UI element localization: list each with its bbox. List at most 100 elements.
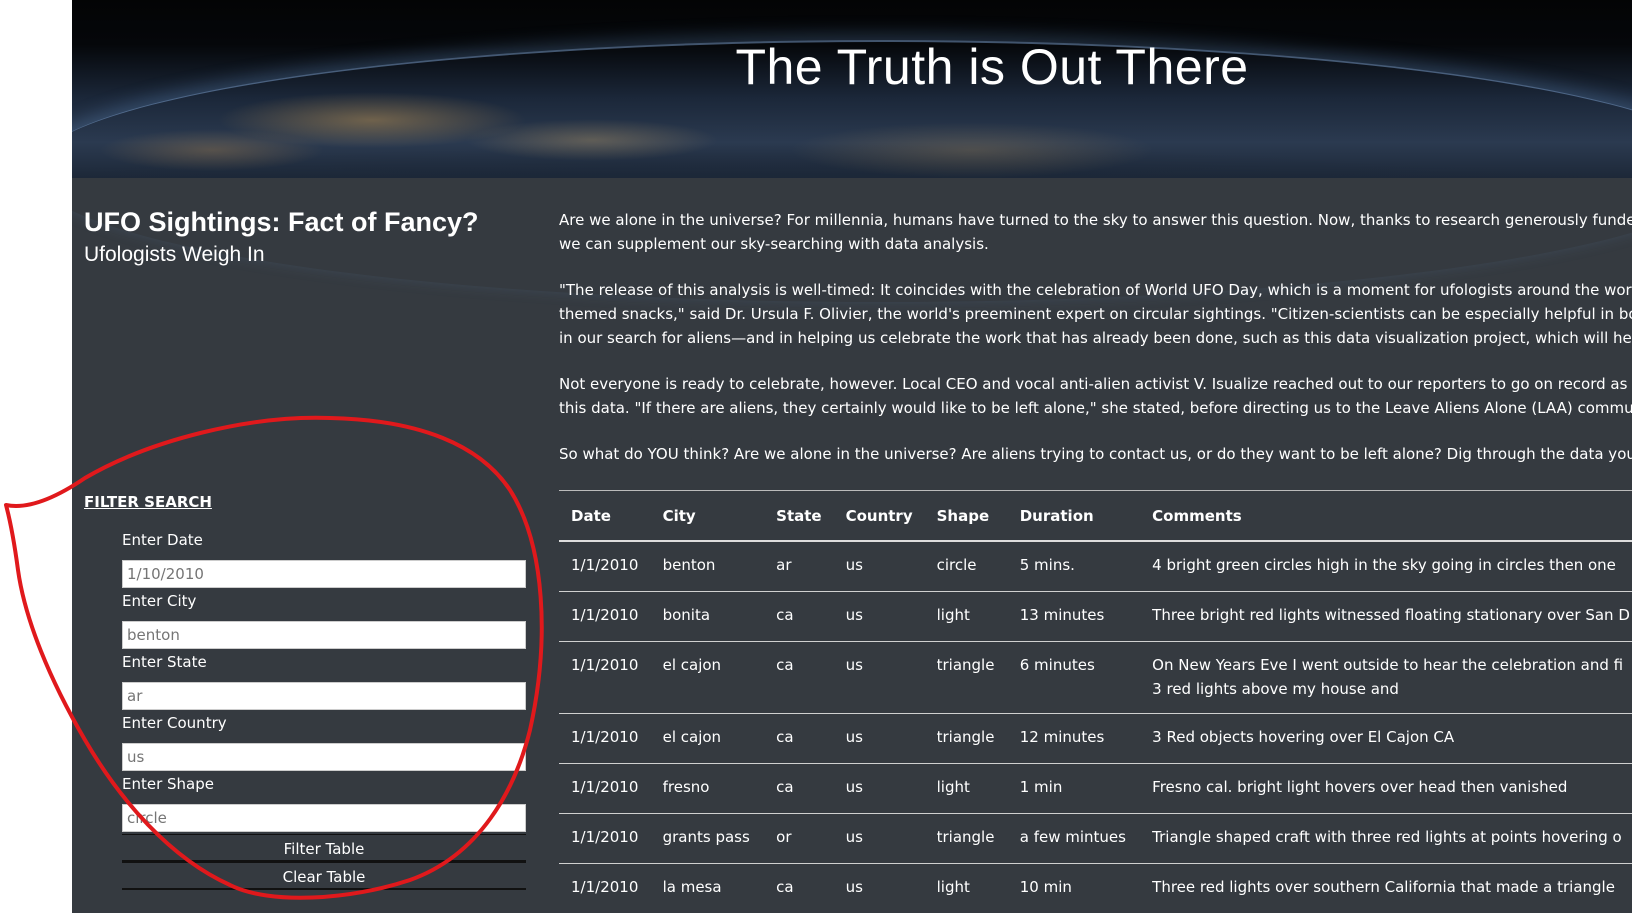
cell-comments: Fresno cal. bright light hovers over hea… [1140,763,1632,814]
header-duration: Duration [1007,490,1141,542]
cell-comments: Triangle shaped craft with three red lig… [1140,813,1632,864]
cell-city: el cajon [650,641,765,714]
country-label: Enter Country [122,714,227,732]
article-line: themed snacks," said Dr. Ursula F. Olivi… [559,305,1632,323]
article-paragraph: Are we alone in the universe? For millen… [559,208,1632,256]
cell-city: grants pass [650,813,765,864]
state-label: Enter State [122,653,207,671]
cell-country: us [833,541,925,592]
comment-text: Three red lights over southern Californi… [1152,878,1615,896]
table-row: 1/1/2010 la mesa ca us light 10 min Thre… [559,863,1632,913]
filter-search-heading: FILTER SEARCH [84,493,212,511]
comment-text: Triangle shaped craft with three red lig… [1152,828,1622,846]
comment-text: On New Years Eve I went outside to hear … [1152,656,1624,674]
article-paragraph: "The release of this analysis is well-ti… [559,278,1632,350]
article: Are we alone in the universe? For millen… [559,208,1632,488]
table-row: 1/1/2010 benton ar us circle 5 mins. 4 b… [559,541,1632,592]
ufo-table: Date City State Country Shape Duration C… [559,490,1632,913]
article-line: this data. "If there are aliens, they ce… [559,399,1632,417]
cell-duration: a few mintues [1007,813,1141,864]
table-row: 1/1/2010 fresno ca us light 1 min Fresno… [559,763,1632,814]
state-input[interactable] [122,682,526,710]
cell-country: us [833,591,925,642]
cell-date: 1/1/2010 [559,763,651,814]
shape-input[interactable] [122,804,526,832]
cell-date: 1/1/2010 [559,541,651,592]
article-line: Not everyone is ready to celebrate, howe… [559,375,1632,393]
cell-date: 1/1/2010 [559,591,651,642]
article-paragraph: Not everyone is ready to celebrate, howe… [559,372,1632,420]
cell-shape: circle [924,541,1008,592]
cell-state: or [764,813,834,864]
cell-state: ca [764,641,834,714]
cell-comments: 4 bright green circles high in the sky g… [1140,541,1632,592]
cell-state: ca [764,713,834,764]
cell-comments: Three bright red lights witnessed floati… [1140,591,1632,642]
banner-title: The Truth is Out There [735,39,1249,95]
cell-country: us [833,713,925,764]
cell-duration: 12 minutes [1007,713,1141,764]
cell-shape: triangle [924,641,1008,714]
clear-table-button[interactable]: Clear Table [122,862,526,890]
cell-city: fresno [650,763,765,814]
article-line: So what do YOU think? Are we alone in th… [559,445,1632,463]
comment-text-continued: 3 red lights above my house and [1152,680,1399,698]
cell-city: el cajon [650,713,765,764]
cell-date: 1/1/2010 [559,863,651,913]
comment-text: Three bright red lights witnessed floati… [1152,606,1630,624]
cell-comments: Three red lights over southern Californi… [1140,863,1632,913]
page-title: UFO Sightings: Fact of Fancy? [84,207,479,237]
page: The Truth is Out There UFO Sightings: Fa… [72,0,1632,913]
cell-city: benton [650,541,765,592]
cell-state: ca [764,863,834,913]
cell-shape: light [924,763,1008,814]
header-city: City [650,490,765,542]
date-label: Enter Date [122,531,203,549]
header-comments: Comments [1140,490,1632,542]
filter-table-button[interactable]: Filter Table [122,834,526,862]
comment-text: 3 Red objects hovering over El Cajon CA [1152,728,1455,746]
article-paragraph: So what do YOU think? Are we alone in th… [559,442,1632,466]
cell-date: 1/1/2010 [559,641,651,714]
table-row: 1/1/2010 el cajon ca us triangle 12 minu… [559,713,1632,764]
article-line: Are we alone in the universe? For millen… [559,211,1632,229]
date-input[interactable] [122,560,526,588]
table-row: 1/1/2010 el cajon ca us triangle 6 minut… [559,641,1632,714]
page-subtitle: Ufologists Weigh In [84,243,265,266]
cell-shape: triangle [924,813,1008,864]
header-shape: Shape [924,490,1008,542]
article-line: in our search for aliens—and in helping … [559,329,1632,347]
cell-duration: 10 min [1007,863,1141,913]
cell-country: us [833,763,925,814]
cell-shape: light [924,863,1008,913]
cell-state: ca [764,591,834,642]
cell-country: us [833,813,925,864]
table-row: 1/1/2010 bonita ca us light 13 minutes T… [559,591,1632,642]
city-label: Enter City [122,592,197,610]
ufo-table-container: Date City State Country Shape Duration C… [559,490,1632,913]
cell-country: us [833,863,925,913]
table-row: 1/1/2010 grants pass or us triangle a fe… [559,813,1632,864]
cell-comments: 3 Red objects hovering over El Cajon CA [1140,713,1632,764]
shape-label: Enter Shape [122,775,214,793]
comment-text: Fresno cal. bright light hovers over hea… [1152,778,1568,796]
article-line: "The release of this analysis is well-ti… [559,281,1632,299]
cell-duration: 1 min [1007,763,1141,814]
country-input[interactable] [122,743,526,771]
cell-shape: triangle [924,713,1008,764]
cell-date: 1/1/2010 [559,713,651,764]
cell-city: la mesa [650,863,765,913]
cell-city: bonita [650,591,765,642]
filter-form: Enter Date Enter City Enter State Enter … [122,529,526,890]
article-line: we can supplement our sky-searching with… [559,235,989,253]
cell-comments: On New Years Eve I went outside to hear … [1140,641,1632,714]
city-input[interactable] [122,621,526,649]
cell-country: us [833,641,925,714]
header-date: Date [559,490,651,542]
sidebar-header: UFO Sightings: Fact of Fancy? Ufologists… [84,205,524,271]
cell-duration: 5 mins. [1007,541,1141,592]
header-country: Country [833,490,925,542]
cell-shape: light [924,591,1008,642]
cell-state: ar [764,541,834,592]
cell-date: 1/1/2010 [559,813,651,864]
